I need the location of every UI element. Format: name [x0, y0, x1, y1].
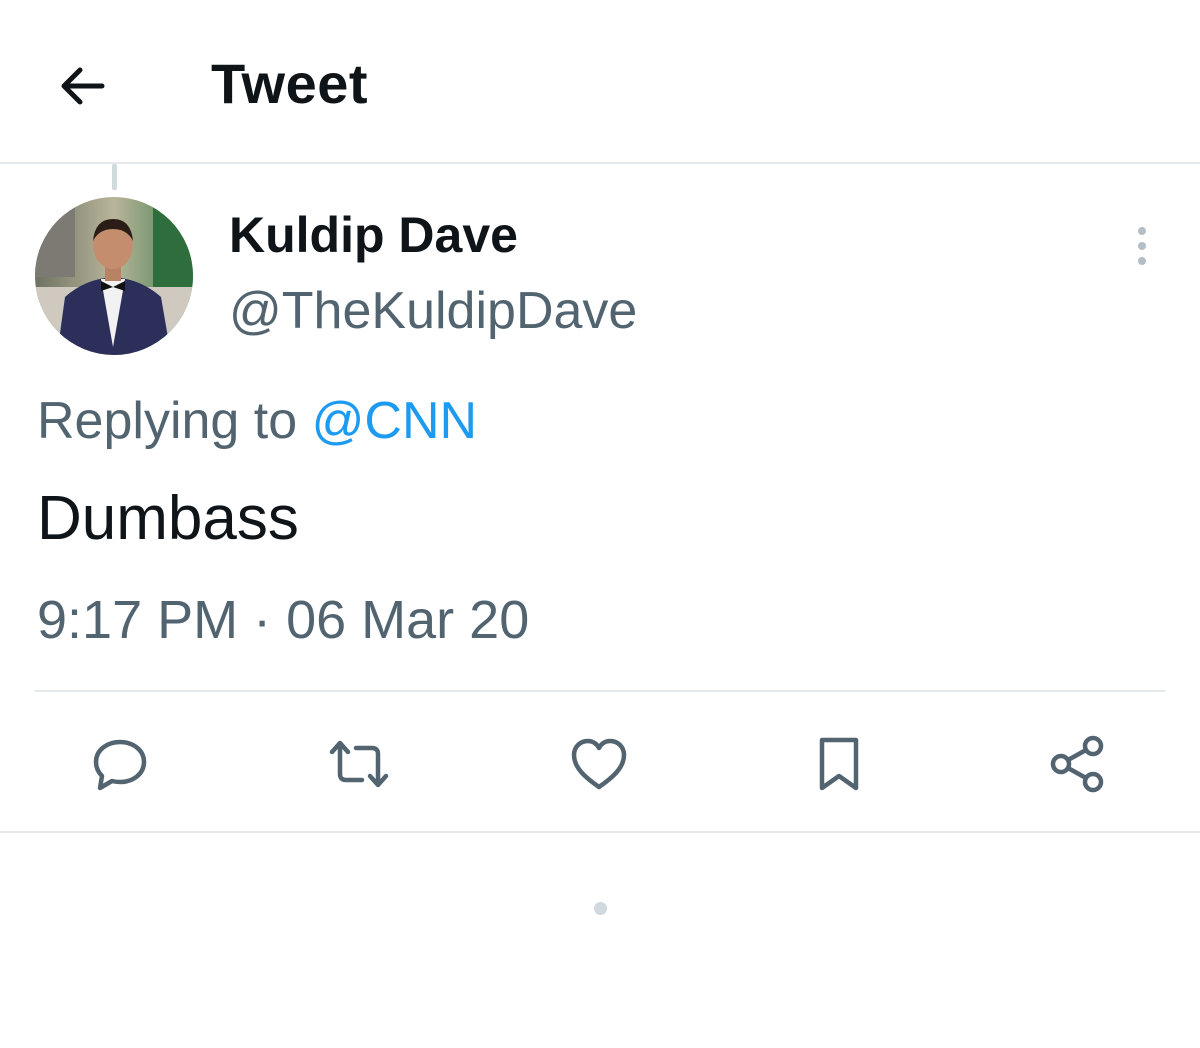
heart-icon [568, 735, 630, 793]
like-button[interactable] [568, 733, 630, 795]
share-icon [1047, 734, 1109, 794]
loading-indicator [594, 902, 607, 915]
divider [0, 831, 1200, 833]
arrow-left-icon [54, 58, 110, 114]
retweet-icon [328, 734, 390, 794]
thread-connector-line [112, 164, 117, 190]
share-button[interactable] [1047, 733, 1109, 795]
tweet-detail-page: Tweet Kuldip Dave @TheKuldipDave Replyin… [0, 0, 1200, 1048]
replying-to-label: Replying to [37, 392, 312, 450]
back-button[interactable] [46, 50, 118, 122]
divider [35, 690, 1165, 692]
more-vertical-icon [1136, 225, 1148, 267]
more-options-button[interactable] [1122, 222, 1162, 270]
replying-to-mention-link[interactable]: @CNN [312, 392, 477, 450]
page-title: Tweet [211, 52, 369, 115]
top-bar: Tweet [0, 0, 1200, 164]
retweet-button[interactable] [328, 733, 390, 795]
reply-bubble-icon [90, 734, 150, 794]
tweet-timestamp[interactable]: 9:17 PM · 06 Mar 20 [37, 593, 529, 647]
bookmark-button[interactable] [808, 733, 870, 795]
replying-to-line: Replying to @CNN [37, 395, 477, 447]
reply-button[interactable] [89, 733, 151, 795]
author-display-name[interactable]: Kuldip Dave [229, 210, 518, 260]
author-handle[interactable]: @TheKuldipDave [229, 285, 637, 337]
tweet-text: Dumbass [37, 484, 299, 553]
bookmark-icon [814, 734, 864, 794]
avatar[interactable] [35, 197, 193, 355]
